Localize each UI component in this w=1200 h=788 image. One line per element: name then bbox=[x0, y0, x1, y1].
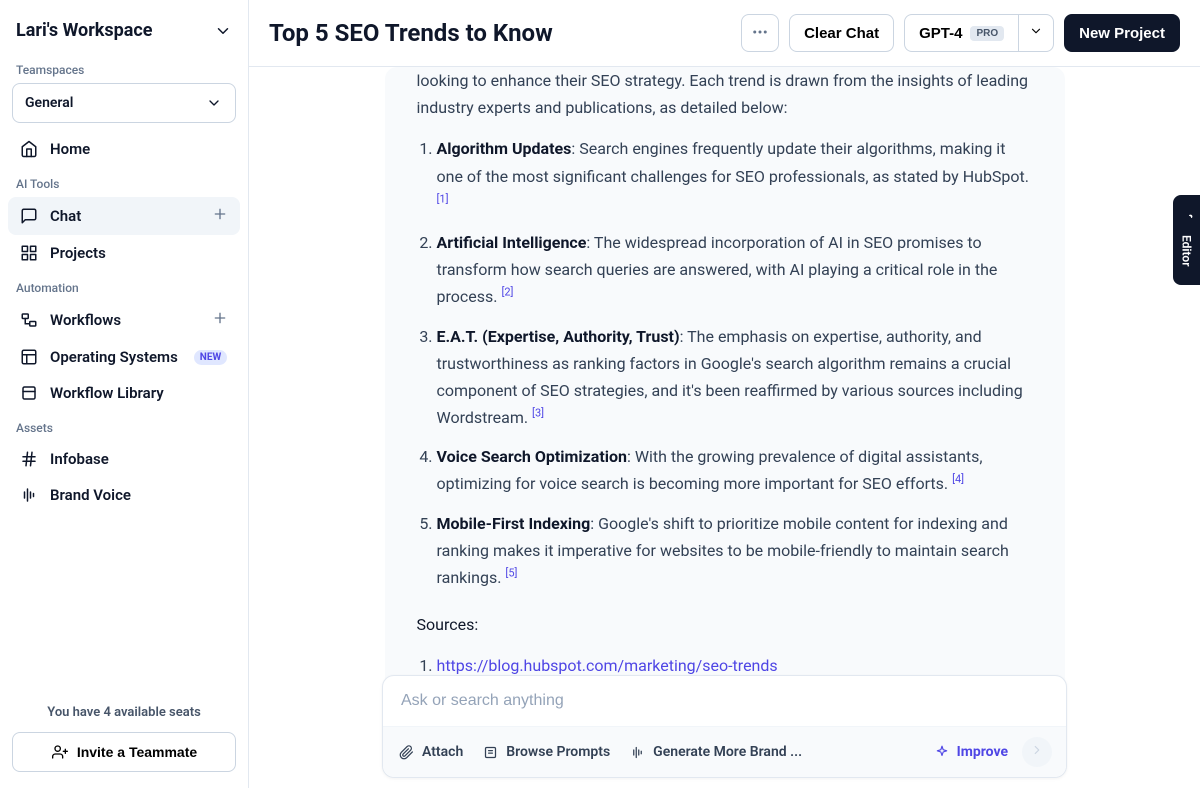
invite-label: Invite a Teammate bbox=[77, 744, 197, 760]
chat-icon bbox=[20, 207, 38, 225]
nav-infobase-label: Infobase bbox=[50, 450, 109, 468]
attach-icon bbox=[397, 743, 415, 761]
brand-voice-icon bbox=[20, 486, 38, 504]
operating-systems-icon bbox=[20, 348, 38, 366]
editor-tab[interactable]: Editor bbox=[1173, 195, 1200, 285]
improve-label: Improve bbox=[957, 744, 1008, 760]
composer-toolbar: Attach Browse Prompts Generate More Bran… bbox=[383, 726, 1066, 777]
trend-title: Mobile-First Indexing bbox=[437, 514, 591, 533]
assistant-message: looking to enhance their SEO strategy. E… bbox=[385, 67, 1065, 767]
generate-brand-label: Generate More Brand ... bbox=[653, 744, 802, 760]
composer-input[interactable] bbox=[383, 676, 1066, 726]
citation-ref[interactable]: [2] bbox=[501, 286, 513, 299]
model-badge: PRO bbox=[970, 26, 1004, 41]
citation-ref[interactable]: [1] bbox=[437, 192, 449, 205]
trend-title: Artificial Intelligence bbox=[437, 233, 587, 252]
library-icon bbox=[20, 384, 38, 402]
workspace-selector[interactable]: Lari's Workspace bbox=[8, 16, 240, 53]
trend-item: Algorithm Updates: Search engines freque… bbox=[437, 135, 1033, 217]
nav-workflow-library[interactable]: Workflow Library bbox=[8, 375, 240, 411]
composer: Attach Browse Prompts Generate More Bran… bbox=[382, 675, 1067, 778]
trend-item: Mobile-First Indexing: Google's shift to… bbox=[437, 510, 1033, 592]
trend-title: E.A.T. (Expertise, Authority, Trust) bbox=[437, 327, 680, 346]
header-actions: Clear Chat GPT-4 PRO New Project bbox=[741, 14, 1180, 52]
available-seats-text: You have 4 available seats bbox=[12, 697, 236, 732]
new-badge: NEW bbox=[194, 350, 227, 365]
nav-home-label: Home bbox=[50, 140, 90, 158]
model-selector[interactable]: GPT-4 PRO bbox=[904, 14, 1018, 52]
nav-chat[interactable]: Chat bbox=[8, 197, 240, 235]
invite-teammate-button[interactable]: Invite a Teammate bbox=[12, 732, 236, 772]
content-area: looking to enhance their SEO strategy. E… bbox=[249, 67, 1200, 788]
teamspace-selected: General bbox=[25, 95, 73, 111]
chevron-down-icon bbox=[214, 22, 232, 40]
sources-heading: Sources: bbox=[417, 611, 1033, 638]
more-button[interactable] bbox=[741, 14, 779, 52]
teamspace-dropdown[interactable]: General bbox=[12, 83, 236, 123]
generate-brand-action[interactable]: Generate More Brand ... bbox=[628, 743, 802, 761]
trend-item: E.A.T. (Expertise, Authority, Trust): Th… bbox=[437, 323, 1033, 432]
sidebar-footer: You have 4 available seats Invite a Team… bbox=[8, 689, 240, 780]
nav-brand-voice-label: Brand Voice bbox=[50, 486, 131, 504]
trend-title: Voice Search Optimization bbox=[437, 447, 627, 466]
more-icon bbox=[751, 23, 769, 44]
send-button[interactable] bbox=[1022, 737, 1052, 767]
new-project-button[interactable]: New Project bbox=[1064, 14, 1180, 52]
trend-item: Voice Search Optimization: With the grow… bbox=[437, 443, 1033, 497]
assets-label: Assets bbox=[8, 411, 240, 441]
prompts-icon bbox=[481, 743, 499, 761]
model-dropdown-toggle[interactable] bbox=[1018, 14, 1054, 52]
main: Top 5 SEO Trends to Know Clear Chat GPT-… bbox=[249, 0, 1200, 788]
citation-ref[interactable]: [5] bbox=[505, 567, 517, 580]
attach-action[interactable]: Attach bbox=[397, 743, 463, 761]
nav-workflows[interactable]: Workflows bbox=[8, 301, 240, 339]
citation-ref[interactable]: [3] bbox=[532, 407, 544, 420]
pencil-icon bbox=[1181, 214, 1193, 229]
nav-chat-label: Chat bbox=[50, 207, 81, 225]
message-intro: looking to enhance their SEO strategy. E… bbox=[417, 67, 1033, 121]
teamspaces-label: Teamspaces bbox=[8, 53, 240, 83]
infobase-icon bbox=[20, 450, 38, 468]
nav-projects-label: Projects bbox=[50, 244, 106, 262]
home-icon bbox=[20, 140, 38, 158]
ai-tools-label: AI Tools bbox=[8, 167, 240, 197]
plus-icon[interactable] bbox=[212, 310, 228, 330]
workflows-icon bbox=[20, 311, 38, 329]
brand-voice-icon bbox=[628, 743, 646, 761]
nav-operating-systems[interactable]: Operating Systems NEW bbox=[8, 339, 240, 375]
workspace-name: Lari's Workspace bbox=[16, 20, 153, 41]
nav-infobase[interactable]: Infobase bbox=[8, 441, 240, 477]
automation-label: Automation bbox=[8, 271, 240, 301]
nav-os-label: Operating Systems bbox=[50, 348, 178, 366]
chevron-down-icon bbox=[1029, 24, 1043, 42]
sparkle-icon bbox=[933, 743, 951, 761]
nav-projects[interactable]: Projects bbox=[8, 235, 240, 271]
trend-list: Algorithm Updates: Search engines freque… bbox=[417, 135, 1033, 591]
source-link[interactable]: https://blog.hubspot.com/marketing/seo-t… bbox=[437, 656, 778, 675]
chevron-down-icon bbox=[205, 94, 223, 112]
composer-right: Improve bbox=[933, 737, 1052, 767]
invite-icon bbox=[51, 743, 69, 761]
sidebar: Lari's Workspace Teamspaces General Home… bbox=[0, 0, 249, 788]
header: Top 5 SEO Trends to Know Clear Chat GPT-… bbox=[249, 0, 1200, 67]
trend-title: Algorithm Updates bbox=[437, 139, 572, 158]
page-title: Top 5 SEO Trends to Know bbox=[269, 19, 553, 47]
browse-prompts-label: Browse Prompts bbox=[506, 744, 610, 760]
plus-icon[interactable] bbox=[212, 206, 228, 226]
arrow-right-icon bbox=[1030, 743, 1044, 761]
nav-workflows-label: Workflows bbox=[50, 311, 121, 329]
projects-icon bbox=[20, 244, 38, 262]
clear-chat-button[interactable]: Clear Chat bbox=[789, 14, 894, 52]
trend-item: Artificial Intelligence: The widespread … bbox=[437, 229, 1033, 311]
model-selector-group: GPT-4 PRO bbox=[904, 14, 1054, 52]
improve-button[interactable]: Improve bbox=[933, 743, 1008, 761]
nav-workflow-library-label: Workflow Library bbox=[50, 384, 164, 402]
model-name: GPT-4 bbox=[919, 25, 962, 42]
editor-tab-label: Editor bbox=[1180, 235, 1194, 267]
nav-home[interactable]: Home bbox=[8, 131, 240, 167]
nav-brand-voice[interactable]: Brand Voice bbox=[8, 477, 240, 513]
attach-label: Attach bbox=[422, 744, 463, 760]
browse-prompts-action[interactable]: Browse Prompts bbox=[481, 743, 610, 761]
citation-ref[interactable]: [4] bbox=[952, 473, 964, 486]
